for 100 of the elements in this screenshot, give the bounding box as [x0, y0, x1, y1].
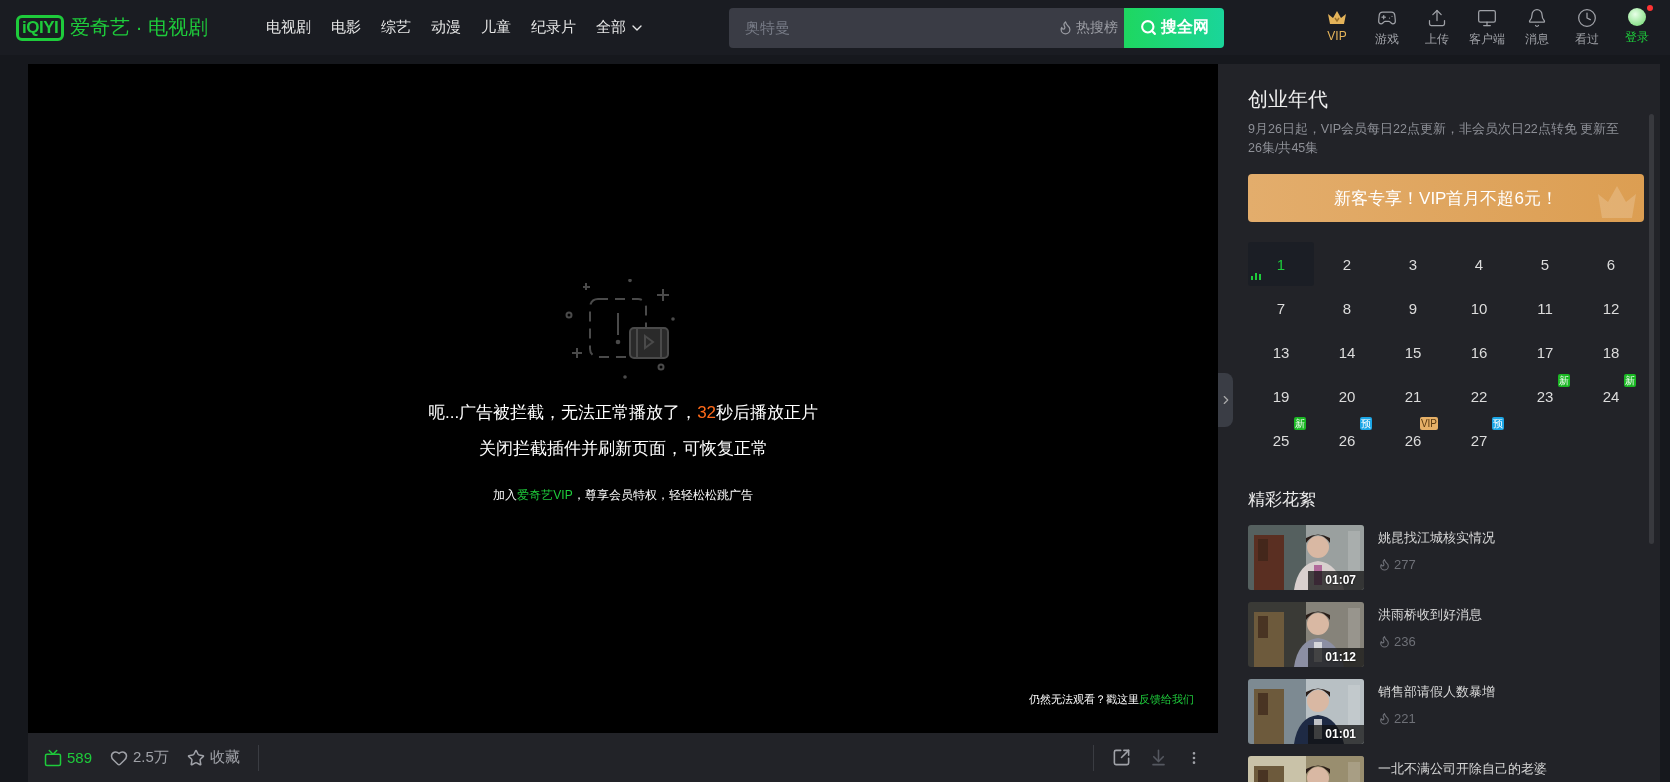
episode-item[interactable]: 20	[1314, 374, 1380, 418]
nav-link[interactable]: 电视剧	[266, 18, 311, 37]
action-label: 游戏	[1375, 30, 1399, 48]
episode-item[interactable]: 26 VIP	[1380, 418, 1446, 462]
feedback-text: 仍然无法观看？戳这里反馈给我们	[1029, 692, 1194, 707]
download-icon	[1149, 748, 1168, 767]
action-label: 上传	[1425, 30, 1449, 48]
vip-link[interactable]: 爱奇艺VIP	[517, 488, 573, 502]
episode-item[interactable]: 17	[1512, 330, 1578, 374]
episode-item[interactable]: 3	[1380, 242, 1446, 286]
clip-title[interactable]: 一北不满公司开除自己的老婆	[1378, 760, 1547, 778]
feedback-link[interactable]: 反馈给我们	[1139, 693, 1194, 705]
flame-icon	[1058, 20, 1073, 35]
episode-item[interactable]: 13	[1248, 330, 1314, 374]
upload-icon	[1427, 7, 1447, 28]
episode-item[interactable]: 5	[1512, 242, 1578, 286]
avatar-icon	[1628, 7, 1646, 26]
header-action[interactable]: 客户端	[1462, 7, 1512, 48]
clip-title[interactable]: 姚昆找江城核实情况	[1378, 529, 1495, 547]
episode-item[interactable]: 23 新	[1512, 374, 1578, 418]
clip-duration: 01:07	[1325, 573, 1356, 587]
stat-button[interactable]: 收藏	[186, 748, 240, 767]
stat-label: 收藏	[209, 748, 240, 767]
episode-item[interactable]: 14	[1314, 330, 1380, 374]
header-action[interactable]: 上传	[1412, 7, 1462, 48]
stat-label: 589	[67, 749, 93, 766]
episode-item[interactable]: 25 新	[1248, 418, 1314, 462]
header-action[interactable]: 消息	[1512, 7, 1562, 48]
clock-icon	[1577, 7, 1597, 28]
action-label: 看过	[1575, 30, 1599, 48]
episode-item[interactable]: 4	[1446, 242, 1512, 286]
nav-link[interactable]: 纪录片	[531, 18, 576, 37]
show-description: 9月26日起，VIP会员每日22点更新，非会员次日22点转免 更新至26集/共45集	[1248, 121, 1621, 157]
clip-views: 277	[1378, 557, 1495, 572]
episode-item[interactable]: 26 预	[1314, 418, 1380, 462]
action-label: 消息	[1525, 30, 1549, 48]
nav-menu[interactable]: 全部	[596, 18, 645, 37]
playing-bars-icon	[1251, 273, 1261, 280]
vip-promo-text: 加入爱奇艺VIP，尊享会员特权，轻轻松松跳广告	[493, 487, 753, 504]
episode-item[interactable]: 7	[1248, 286, 1314, 330]
episode-item[interactable]: 6	[1578, 242, 1644, 286]
episode-badge: 新	[1294, 417, 1306, 430]
stat-label: 2.5万	[133, 748, 169, 767]
episode-item[interactable]: 8	[1314, 286, 1380, 330]
episode-item[interactable]: 10	[1446, 286, 1512, 330]
header-action[interactable]: VIP	[1312, 7, 1362, 48]
nav-link[interactable]: 电影	[331, 18, 361, 37]
section-title: 精彩花絮	[1248, 489, 1317, 511]
logo[interactable]: iQIYI 爱奇艺 · 电视剧	[16, 14, 266, 41]
episode-item[interactable]: 24 新	[1578, 374, 1644, 418]
episode-item[interactable]: 27 预	[1446, 418, 1512, 462]
episode-item[interactable]: 22	[1446, 374, 1512, 418]
episode-badge: 预	[1492, 417, 1504, 430]
header-action[interactable]: 登录	[1612, 7, 1662, 48]
episode-item[interactable]: 12	[1578, 286, 1644, 330]
episode-badge: 新	[1558, 374, 1570, 387]
episode-item[interactable]: 18	[1578, 330, 1644, 374]
flame-icon	[1378, 635, 1391, 648]
star-icon	[186, 748, 205, 767]
nav-link[interactable]: 动漫	[431, 18, 461, 37]
action-label: VIP	[1327, 28, 1347, 43]
search-field[interactable]: 奥特曼 热搜榜	[729, 7, 1124, 48]
episode-item[interactable]: 19	[1248, 374, 1314, 418]
clip-duration: 01:12	[1325, 650, 1356, 664]
bell-icon	[1527, 7, 1547, 28]
flame-icon	[1378, 712, 1391, 725]
episode-item[interactable]: 2	[1314, 242, 1380, 286]
clip-title[interactable]: 销售部请假人数暴增	[1378, 683, 1495, 701]
share-button[interactable]	[1112, 748, 1131, 767]
episode-item[interactable]: 9	[1380, 286, 1446, 330]
ad-blocked-hint: 关闭拦截插件并刷新页面，可恢复正常	[478, 438, 768, 460]
episode-badge: 预	[1360, 417, 1372, 430]
nav-link[interactable]: 综艺	[381, 18, 411, 37]
action-label: 客户端	[1469, 30, 1505, 48]
flame-icon	[1378, 558, 1391, 571]
stat-button[interactable]: 2.5万	[110, 748, 169, 767]
collapse-button[interactable]	[1218, 373, 1233, 427]
clip-duration: 01:01	[1325, 727, 1356, 741]
episode-item[interactable]: 15	[1380, 330, 1446, 374]
episode-item[interactable]: 16	[1446, 330, 1512, 374]
hot-search-link[interactable]: 热搜榜	[1058, 18, 1118, 37]
action-label: 登录	[1625, 28, 1649, 46]
heart-icon	[110, 748, 129, 767]
search-icon	[1139, 19, 1157, 36]
clip-title[interactable]: 洪雨桥收到好消息	[1378, 606, 1482, 624]
nav-link[interactable]: 儿童	[481, 18, 511, 37]
episode-badge: 新	[1624, 374, 1636, 387]
episode-item[interactable]: 21	[1380, 374, 1446, 418]
header-action[interactable]: 看过	[1562, 7, 1612, 48]
episode-item[interactable]: 1	[1248, 242, 1314, 286]
ad-blocked-message: 呃...广告被拦截，无法正常播放了，32秒后播放正片	[427, 402, 819, 424]
comment-icon	[44, 748, 62, 767]
monitor-icon	[1477, 7, 1497, 28]
header-action[interactable]: 游戏	[1362, 7, 1412, 48]
episode-badge: VIP	[1419, 417, 1438, 430]
clip-views: 221	[1378, 711, 1495, 726]
clip-views: 236	[1378, 634, 1482, 649]
episode-item[interactable]: 11	[1512, 286, 1578, 330]
logo-text: 爱奇艺 · 电视剧	[70, 15, 208, 40]
stat-button[interactable]: 589	[44, 748, 93, 767]
